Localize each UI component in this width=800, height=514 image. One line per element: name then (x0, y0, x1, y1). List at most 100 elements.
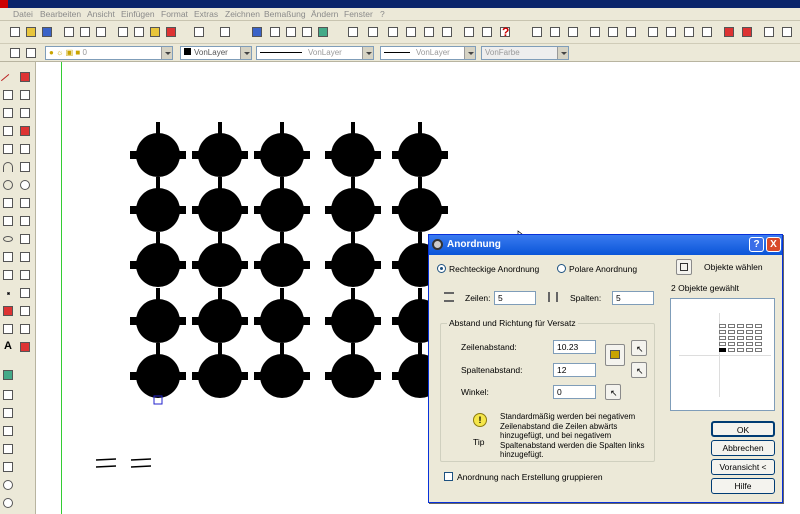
menu-bearbeiten[interactable]: Bearbeiten (40, 9, 81, 19)
save-button[interactable] (40, 25, 54, 39)
linetype-combo[interactable]: VonLayer (256, 46, 374, 60)
mirror-tool[interactable] (18, 106, 32, 120)
layer-manager-button[interactable] (8, 46, 22, 60)
explode-tool[interactable] (18, 340, 32, 354)
dim-continue-button[interactable] (664, 25, 678, 39)
polar-array-label[interactable]: Polare Anordnung (569, 264, 637, 274)
shade-button[interactable] (366, 25, 380, 39)
paste-button[interactable] (148, 25, 162, 39)
image-tool[interactable] (1, 496, 15, 510)
extend-tool[interactable] (18, 250, 32, 264)
help-question-button[interactable]: ? (499, 25, 513, 39)
dim-baseline-button[interactable] (646, 25, 660, 39)
layer-previous-button[interactable] (24, 46, 38, 60)
spline-tool[interactable] (1, 214, 15, 228)
dim-aligned-button[interactable] (548, 25, 562, 39)
measure-tool[interactable] (1, 388, 15, 402)
tolerance-button[interactable] (682, 25, 696, 39)
trim-tool[interactable] (18, 232, 32, 246)
ellipse-tool[interactable] (1, 232, 15, 246)
menu-ansicht[interactable]: Ansicht (87, 9, 115, 19)
polyline-tool[interactable] (1, 106, 15, 120)
dim-style-button[interactable] (780, 25, 794, 39)
osnap-button[interactable] (268, 25, 282, 39)
stretch-tool[interactable] (18, 214, 32, 228)
make-block-tool[interactable] (1, 268, 15, 282)
dim-text-edit-button[interactable] (740, 25, 754, 39)
break-tool[interactable] (18, 268, 32, 282)
ucs-button[interactable] (284, 25, 298, 39)
group-after-checkbox[interactable] (444, 472, 453, 481)
redo-button[interactable] (218, 25, 232, 39)
pencil-tool[interactable] (1, 406, 15, 420)
zoom-realtime-button[interactable] (404, 25, 418, 39)
properties-button[interactable] (462, 25, 476, 39)
help-title-button[interactable]: ? (749, 237, 764, 252)
menu-help[interactable]: ? (380, 9, 385, 19)
menu-einfuegen[interactable]: Einfügen (121, 9, 155, 19)
named-views-button[interactable] (316, 25, 330, 39)
line-tool[interactable] (0, 70, 16, 89)
rect-array-radio[interactable] (437, 264, 446, 273)
xref-tool[interactable] (1, 478, 15, 492)
close-button[interactable]: X (766, 237, 781, 252)
view-button[interactable] (300, 25, 314, 39)
group-after-label[interactable]: Anordnung nach Erstellung gruppieren (457, 472, 603, 482)
row-offset-input[interactable]: 10.23 (553, 340, 596, 354)
layer-combo[interactable]: ● ☼ ▣ ■ 0 (45, 46, 173, 60)
preview-button[interactable]: Voransicht < (711, 459, 775, 475)
dialog-titlebar[interactable]: Anordnung ? X (429, 235, 782, 255)
rect-array-label[interactable]: Rechteckige Anordnung (449, 264, 539, 274)
rows-input[interactable]: 5 (494, 291, 536, 305)
join-tool[interactable] (18, 286, 32, 300)
center-mark-button[interactable] (700, 25, 714, 39)
plotstyle-combo[interactable]: VonFarbe (481, 46, 569, 60)
match-prop-button[interactable] (164, 25, 178, 39)
pan-button[interactable] (386, 25, 400, 39)
sketch-tool[interactable] (1, 424, 15, 438)
arc-tool[interactable] (1, 160, 15, 174)
fillet-tool[interactable] (18, 322, 32, 336)
scale-tool[interactable] (18, 196, 32, 210)
attribute-tool[interactable] (1, 460, 15, 474)
pick-both-offsets-button[interactable] (605, 344, 625, 366)
rotate-tool[interactable] (18, 178, 32, 192)
dim-edit-button[interactable] (722, 25, 736, 39)
color-combo[interactable]: VonLayer (180, 46, 252, 60)
help-button[interactable]: Hilfe (711, 478, 775, 494)
revcloud-tool[interactable] (1, 196, 15, 210)
mtext-tool[interactable]: A (1, 340, 15, 354)
polygon-tool[interactable] (1, 124, 15, 138)
cut-button[interactable] (116, 25, 130, 39)
dim-linear-button[interactable] (530, 25, 544, 39)
columns-input[interactable]: 5 (612, 291, 654, 305)
angle-input[interactable]: 0 (553, 385, 596, 399)
construction-line-tool[interactable] (1, 88, 15, 102)
zoom-window-button[interactable] (422, 25, 436, 39)
copy-tool[interactable] (18, 88, 32, 102)
copy-button[interactable] (132, 25, 146, 39)
menu-extras[interactable]: Extras (194, 9, 218, 19)
erase-tool[interactable] (18, 70, 32, 84)
chamfer-tool[interactable] (18, 304, 32, 318)
array-tool[interactable] (18, 142, 32, 156)
dim-radius-button[interactable] (588, 25, 602, 39)
point-tool[interactable] (1, 286, 15, 300)
block-insert-tool[interactable] (1, 250, 15, 264)
publish-button[interactable] (94, 25, 108, 39)
pick-angle-button[interactable]: ↖ (605, 384, 621, 400)
dim-update-button[interactable] (762, 25, 776, 39)
cancel-button[interactable]: Abbrechen (711, 440, 775, 456)
undo-button[interactable] (192, 25, 206, 39)
open-button[interactable] (24, 25, 38, 39)
col-offset-input[interactable]: 12 (553, 363, 596, 377)
pick-col-offset-button[interactable]: ↖ (631, 362, 647, 378)
menu-fenster[interactable]: Fenster (344, 9, 373, 19)
new-button[interactable] (8, 25, 22, 39)
hatch-tool[interactable] (1, 304, 15, 318)
circle-tool[interactable] (1, 178, 15, 192)
dim-angular-button[interactable] (624, 25, 638, 39)
move-tool[interactable] (18, 160, 32, 174)
hyperlink-button[interactable] (250, 25, 264, 39)
offset-tool[interactable] (18, 124, 32, 138)
